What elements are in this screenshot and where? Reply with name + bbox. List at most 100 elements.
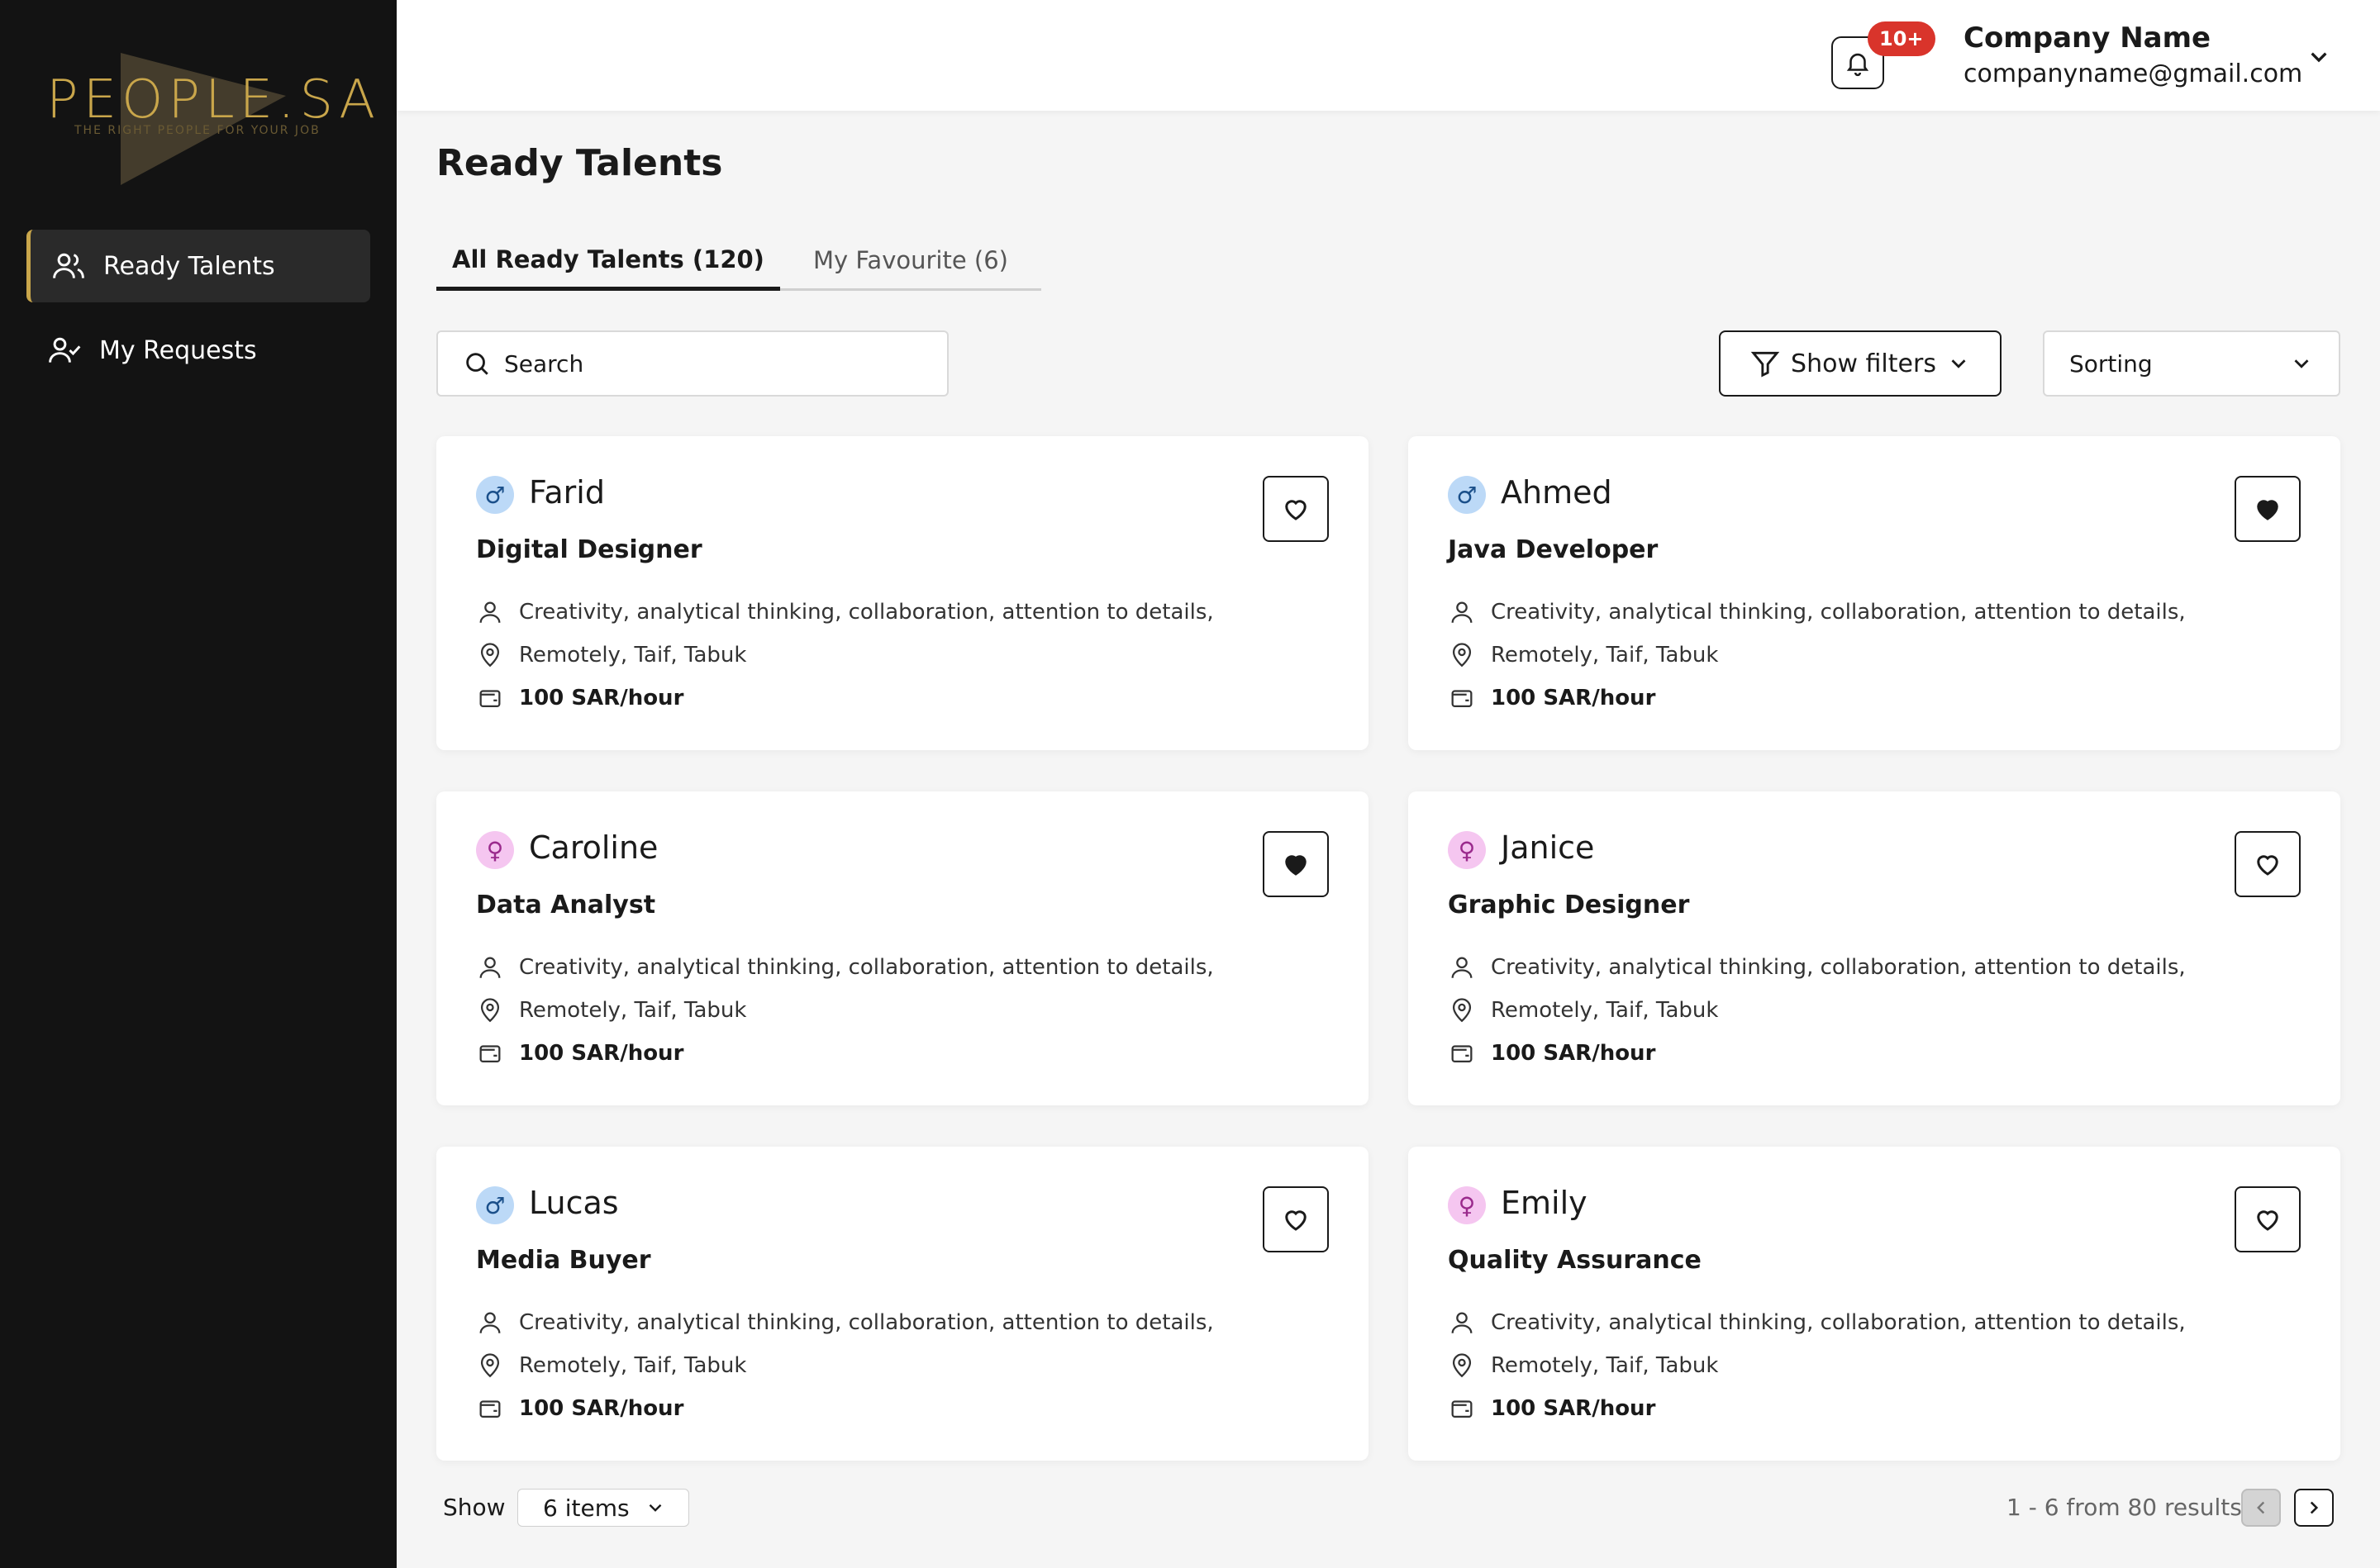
talent-rate-row: 100 SAR/hour [476, 684, 683, 712]
search-input[interactable] [504, 349, 934, 378]
talent-role: Media Buyer [476, 1246, 651, 1275]
heart-outline-icon [2257, 1210, 2278, 1231]
talent-skills: Creativity, analytical thinking, collabo… [1491, 600, 2186, 625]
talent-card[interactable]: ♀ Janice Graphic Designer Creativity, analy… [1408, 791, 2340, 1105]
wallet-icon [479, 1045, 501, 1063]
filter-icon [1750, 351, 1780, 378]
talent-card[interactable]: ♂ Lucas Media Buyer Creativity, analytical … [436, 1147, 1368, 1461]
sidebar: PEOPLE.SA THE RIGHT PEOPLE FOR YOUR JOB … [0, 0, 397, 1568]
previous-page-button[interactable] [2241, 1489, 2281, 1527]
page-size-value: 6 items [543, 1494, 630, 1522]
favourite-button[interactable] [2235, 1186, 2301, 1252]
talent-name: Caroline [529, 829, 659, 866]
favourite-button[interactable] [2235, 476, 2301, 542]
tab-all-ready-talents[interactable]: All Ready Talents (120) [436, 231, 780, 291]
chevron-down-icon [1951, 359, 1966, 368]
talent-location: Remotely, Taif, Tabuk [1491, 1353, 1719, 1378]
talent-location: Remotely, Taif, Tabuk [1491, 998, 1719, 1023]
brand-logo[interactable]: PEOPLE.SA THE RIGHT PEOPLE FOR YOUR JOB [46, 29, 375, 186]
talent-skills-row: Creativity, analytical thinking, collabo… [1448, 1309, 2186, 1337]
talent-rate-row: 100 SAR/hour [1448, 1395, 1655, 1423]
talent-name: Farid [529, 474, 605, 511]
talent-card[interactable]: ♀ Caroline Data Analyst Creativity, analyti… [436, 791, 1368, 1105]
user-icon [1451, 957, 1473, 978]
notifications-badge: 10+ [1868, 21, 1935, 56]
tab-my-favourite[interactable]: My Favourite (6) [780, 231, 1041, 291]
sorting-select[interactable]: Sorting [2043, 330, 2340, 397]
talent-card[interactable]: ♂ Farid Digital Designer Creativity, analyt… [436, 436, 1368, 750]
heart-outline-icon [2257, 855, 2278, 876]
talent-rate-row: 100 SAR/hour [476, 1039, 683, 1067]
wallet-icon [479, 690, 501, 708]
wallet-icon [479, 1400, 501, 1418]
account-menu-chevron-icon[interactable] [2302, 40, 2335, 73]
user-icon [479, 957, 501, 978]
talent-location-row: Remotely, Taif, Tabuk [476, 641, 746, 669]
talent-name: Ahmed [1501, 474, 1612, 511]
wallet-icon [1451, 1400, 1473, 1418]
heart-filled-icon [2257, 500, 2278, 520]
male-gender-icon: ♂ [1448, 476, 1486, 514]
brand-name: PEOPLE.SA [46, 69, 381, 131]
talent-location-row: Remotely, Taif, Tabuk [1448, 996, 1718, 1024]
talent-skills-row: Creativity, analytical thinking, collabo… [476, 598, 1214, 626]
talent-rate: 100 SAR/hour [519, 1041, 684, 1066]
heart-outline-icon [1285, 1210, 1307, 1231]
talent-name: Emily [1501, 1185, 1587, 1221]
talent-role: Quality Assurance [1448, 1246, 1702, 1275]
favourite-button[interactable] [1263, 476, 1329, 542]
sidebar-item-ready-talents[interactable]: Ready Talents [26, 230, 370, 302]
talent-location-row: Remotely, Taif, Tabuk [1448, 641, 1718, 669]
brand-tagline: THE RIGHT PEOPLE FOR YOUR JOB [74, 124, 321, 137]
user-icon [479, 1312, 501, 1333]
male-gender-icon: ♂ [476, 476, 514, 514]
bell-icon [1846, 53, 1869, 77]
talent-rate: 100 SAR/hour [1491, 1396, 1656, 1421]
company-name[interactable]: Company Name [1963, 21, 2211, 55]
sidebar-item-label: My Requests [99, 335, 257, 365]
talent-rate: 100 SAR/hour [519, 686, 684, 710]
talent-rate-row: 100 SAR/hour [1448, 1039, 1655, 1067]
talent-location: Remotely, Taif, Tabuk [519, 643, 747, 668]
talent-location-row: Remotely, Taif, Tabuk [1448, 1352, 1718, 1380]
talent-name: Lucas [529, 1185, 619, 1221]
talent-rate: 100 SAR/hour [1491, 1041, 1656, 1066]
talent-card[interactable]: ♀ Emily Quality Assurance Creativity, analy… [1408, 1147, 2340, 1461]
sorting-label: Sorting [2069, 349, 2153, 378]
chevron-right-icon [2310, 1501, 2319, 1514]
chevron-down-icon [649, 1504, 661, 1512]
location-pin-icon [480, 1353, 500, 1378]
talent-skills: Creativity, analytical thinking, collabo… [1491, 1310, 2186, 1335]
talent-role: Java Developer [1448, 535, 1659, 564]
talent-rate-row: 100 SAR/hour [1448, 684, 1655, 712]
talent-skills-row: Creativity, analytical thinking, collabo… [476, 1309, 1214, 1337]
favourite-button[interactable] [1263, 1186, 1329, 1252]
search-box [436, 330, 949, 397]
talent-skills: Creativity, analytical thinking, collabo… [519, 600, 1214, 625]
show-filters-label: Show filters [1791, 349, 1936, 378]
wallet-icon [1451, 1045, 1473, 1063]
next-page-button[interactable] [2294, 1489, 2334, 1527]
show-label: Show [443, 1494, 506, 1521]
talent-skills: Creativity, analytical thinking, collabo… [1491, 955, 2186, 980]
favourite-button[interactable] [2235, 831, 2301, 897]
show-filters-button[interactable]: Show filters [1719, 330, 2002, 397]
talent-role: Graphic Designer [1448, 891, 1690, 919]
location-pin-icon [480, 643, 500, 668]
sidebar-item-my-requests[interactable]: My Requests [26, 314, 370, 387]
sidebar-item-label: Ready Talents [103, 251, 275, 281]
results-count: 1 - 6 from 80 results [2006, 1494, 2242, 1521]
talent-skills: Creativity, analytical thinking, collabo… [519, 955, 1214, 980]
location-pin-icon [1452, 643, 1472, 668]
talent-skills-row: Creativity, analytical thinking, collabo… [1448, 598, 2186, 626]
favourite-button[interactable] [1263, 831, 1329, 897]
talent-card[interactable]: ♂ Ahmed Java Developer Creativity, analytic… [1408, 436, 2340, 750]
search-icon [466, 353, 488, 375]
talent-rate-row: 100 SAR/hour [476, 1395, 683, 1423]
heart-outline-icon [1285, 500, 1307, 520]
page-size-select[interactable]: 6 items [517, 1489, 689, 1527]
chevron-left-icon [2257, 1501, 2265, 1514]
female-gender-icon: ♀ [1448, 1186, 1486, 1224]
talent-location-row: Remotely, Taif, Tabuk [476, 1352, 746, 1380]
talent-skills-row: Creativity, analytical thinking, collabo… [1448, 953, 2186, 981]
